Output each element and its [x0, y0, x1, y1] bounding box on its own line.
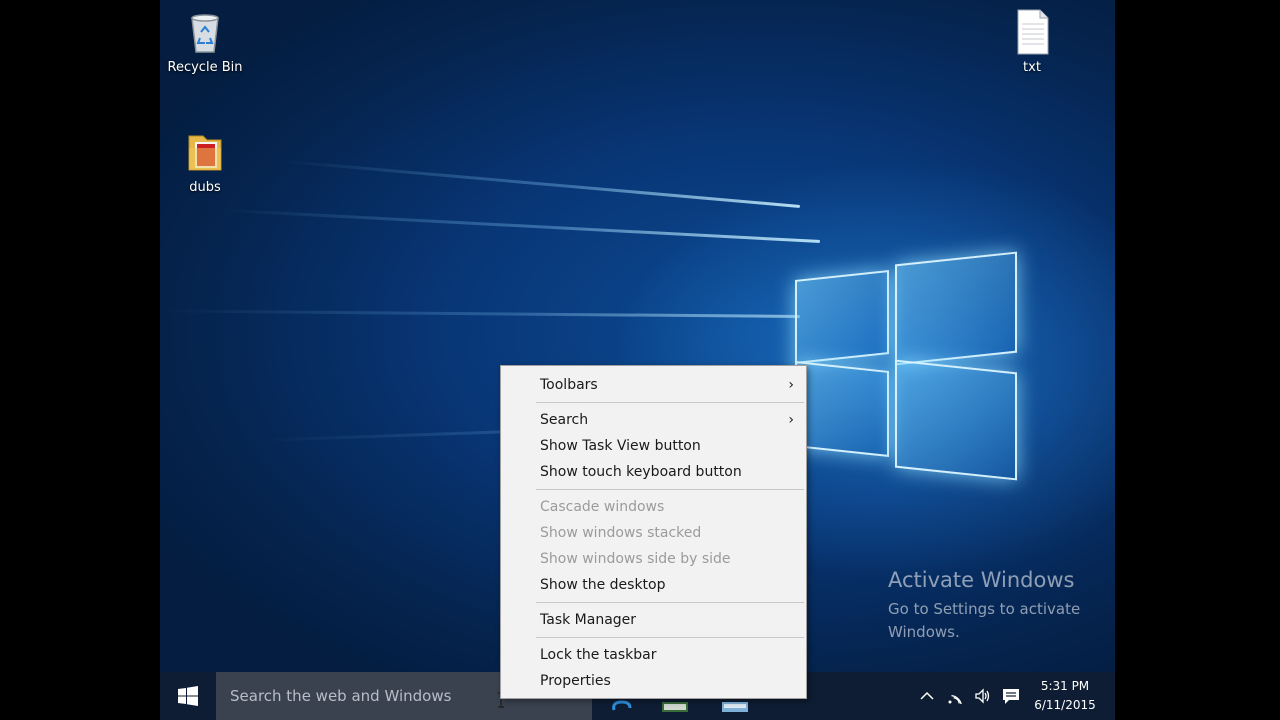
menu-item-label: Lock the taskbar — [540, 647, 657, 663]
system-tray: 5:31 PM 6/11/2015 — [913, 672, 1115, 720]
menu-item-show-the-desktop[interactable]: Show the desktop — [501, 572, 806, 598]
desktop-icon-label: dubs — [189, 180, 221, 195]
menu-separator — [536, 402, 804, 403]
menu-item-label: Toolbars — [540, 377, 598, 393]
menu-item-label: Cascade windows — [540, 499, 665, 515]
windows-logo-icon — [178, 686, 198, 706]
start-button[interactable] — [160, 672, 216, 720]
light-beam — [220, 208, 821, 243]
desktop-icon-recycle-bin[interactable]: Recycle Bin — [160, 8, 250, 75]
logo-pane — [895, 251, 1017, 366]
menu-item-label: Show windows side by side — [540, 551, 731, 567]
menu-item-lock-the-taskbar[interactable]: Lock the taskbar — [501, 642, 806, 668]
menu-item-show-task-view-button[interactable]: Show Task View button — [501, 433, 806, 459]
chevron-right-icon: › — [788, 377, 794, 393]
menu-item-label: Properties — [540, 673, 611, 689]
chevron-up-icon[interactable] — [913, 672, 941, 720]
logo-pane — [795, 361, 889, 457]
menu-separator — [536, 637, 804, 638]
clock-date: 6/11/2015 — [1034, 698, 1096, 712]
menu-item-search[interactable]: Search › — [501, 407, 806, 433]
menu-item-show-touch-keyboard-button[interactable]: Show touch keyboard button — [501, 459, 806, 485]
menu-separator — [536, 602, 804, 603]
chevron-right-icon: › — [788, 412, 794, 428]
menu-item-label: Show Task View button — [540, 438, 701, 454]
menu-item-task-manager[interactable]: Task Manager — [501, 607, 806, 633]
menu-item-show-windows-side-by-side: Show windows side by side — [501, 546, 806, 572]
light-beam — [160, 309, 801, 318]
menu-item-label: Show the desktop — [540, 577, 666, 593]
search-placeholder: Search the web and Windows — [230, 687, 452, 705]
desktop-icon-txt[interactable]: txt — [987, 8, 1077, 75]
notifications-icon[interactable] — [997, 672, 1025, 720]
watermark-title: Activate Windows — [888, 568, 1075, 592]
recycle-bin-icon — [191, 14, 219, 53]
activate-windows-watermark: Activate Windows Go to Settings to activ… — [888, 568, 1098, 644]
menu-item-show-windows-stacked: Show windows stacked — [501, 520, 806, 546]
desktop-icon-label: Recycle Bin — [167, 60, 243, 75]
menu-item-cascade-windows: Cascade windows — [501, 494, 806, 520]
menu-item-label: Show touch keyboard button — [540, 464, 742, 480]
watermark-subtitle: Go to Settings to activate Windows. — [888, 600, 1081, 641]
folder-icon — [188, 135, 222, 171]
wifi-icon[interactable] — [941, 672, 969, 720]
logo-pane — [895, 359, 1017, 481]
menu-item-label: Search — [540, 412, 589, 428]
menu-item-label: Task Manager — [540, 612, 637, 628]
text-file-icon — [1017, 9, 1049, 55]
clock-time: 5:31 PM — [1040, 679, 1090, 693]
menu-item-toolbars[interactable]: Toolbars › — [501, 372, 806, 398]
taskbar-context-menu: Toolbars › Search › Show Task View butto… — [500, 365, 807, 699]
volume-icon[interactable] — [969, 672, 997, 720]
menu-separator — [536, 489, 804, 490]
logo-pane — [795, 270, 889, 364]
menu-item-properties[interactable]: Properties — [501, 668, 806, 694]
light-beam — [281, 159, 801, 208]
desktop-icon-dubs[interactable]: dubs — [160, 128, 250, 195]
clock[interactable]: 5:31 PM 6/11/2015 — [1025, 677, 1105, 715]
desktop-icon-label: txt — [1023, 60, 1041, 75]
menu-item-label: Show windows stacked — [540, 525, 702, 541]
